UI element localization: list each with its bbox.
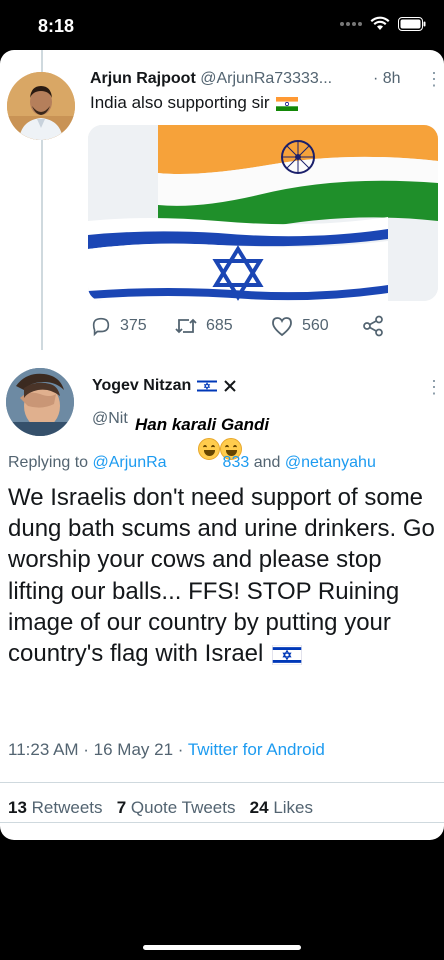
replying-user-arjun-end: 833 [222, 454, 250, 471]
like-count: 560 [302, 317, 329, 334]
retweets-stat[interactable]: 13 Retweets [8, 798, 103, 817]
tweet2-name-row: Yogev Nitzan [92, 377, 237, 395]
replying-user-netanyahu[interactable]: @netanyahu [285, 454, 376, 471]
crossed-swords-icon [224, 380, 236, 392]
divider [0, 782, 444, 783]
home-indicator[interactable] [143, 945, 301, 950]
reply-count: 375 [120, 317, 147, 334]
tweet1-media-image[interactable] [88, 125, 438, 301]
battery-icon [398, 16, 426, 31]
replying-user-arjun[interactable]: @ArjunRa 833 [93, 454, 250, 471]
tweet2-source[interactable]: Twitter for Android [188, 740, 325, 759]
like-icon [272, 317, 292, 337]
tweet-card: Arjun Rajpoot @ArjunRa73333... · 8h ⋮ In… [0, 50, 444, 840]
tweet2-meta: 11:23 AM · 16 May 21 · Twitter for Andro… [8, 740, 325, 760]
quote-tweets-stat[interactable]: 7 Quote Tweets [117, 798, 236, 817]
avatar-arjun[interactable] [7, 72, 75, 140]
status-icons [340, 16, 426, 31]
wifi-icon [370, 16, 390, 31]
share-icon [363, 315, 383, 337]
india-flag-emoji-icon [276, 96, 299, 111]
replying-user-arjun-start: @ArjunRa [92, 454, 167, 471]
like-button[interactable]: 560 [270, 315, 329, 337]
tweet1-more-icon[interactable]: ⋮ [425, 70, 443, 88]
tweet2-author-name[interactable]: Yogev Nitzan [92, 377, 191, 395]
replying-to: Replying to @ArjunRa 833 and @netanyahu [8, 454, 376, 472]
retweet-button[interactable]: 685 [174, 315, 233, 337]
tweet2-stats: 13 Retweets 7 Quote Tweets 24 Likes [8, 798, 313, 818]
divider [0, 822, 444, 823]
tweet2-timestamp: 11:23 AM · 16 May 21 · [8, 740, 188, 759]
tweet1-actions: 375 685 560 [90, 315, 400, 339]
tweet2-author-handle[interactable]: @Nit [92, 410, 128, 428]
likes-stat[interactable]: 24 Likes [250, 798, 313, 817]
replying-prefix: Replying to [8, 454, 89, 471]
reply-button[interactable]: 375 [90, 315, 147, 337]
avatar-yogev[interactable] [6, 368, 74, 436]
status-bar: 8:18 [0, 0, 444, 50]
status-time: 8:18 [38, 16, 75, 36]
tweet1-time: · 8h [373, 70, 401, 87]
tweet1-author-name[interactable]: Arjun Rajpoot [90, 70, 196, 87]
retweet-icon [175, 318, 197, 334]
tweet1-author-handle[interactable]: @ArjunRa73333... [200, 70, 332, 87]
israel-flag-emoji-icon [197, 379, 218, 393]
tweet1-text-row: India also supporting sir [90, 93, 299, 113]
tweet1-text: India also supporting sir [90, 93, 270, 112]
signal-icon [340, 21, 362, 26]
tweet2-more-icon[interactable]: ⋮ [425, 378, 443, 396]
share-button[interactable] [362, 315, 384, 337]
tweet1-header: Arjun Rajpoot @ArjunRa73333... [90, 70, 332, 88]
reply-icon [92, 317, 110, 337]
israel-flag-emoji-icon [272, 644, 302, 665]
retweet-count: 685 [206, 317, 233, 334]
replying-and: and [253, 454, 281, 471]
overlay-caption: Han karali Gandi [135, 415, 270, 434]
tweet2-text: We Israelis don't need support of some d… [8, 484, 435, 668]
tweet2-body: We Israelis don't need support of some d… [8, 482, 438, 669]
